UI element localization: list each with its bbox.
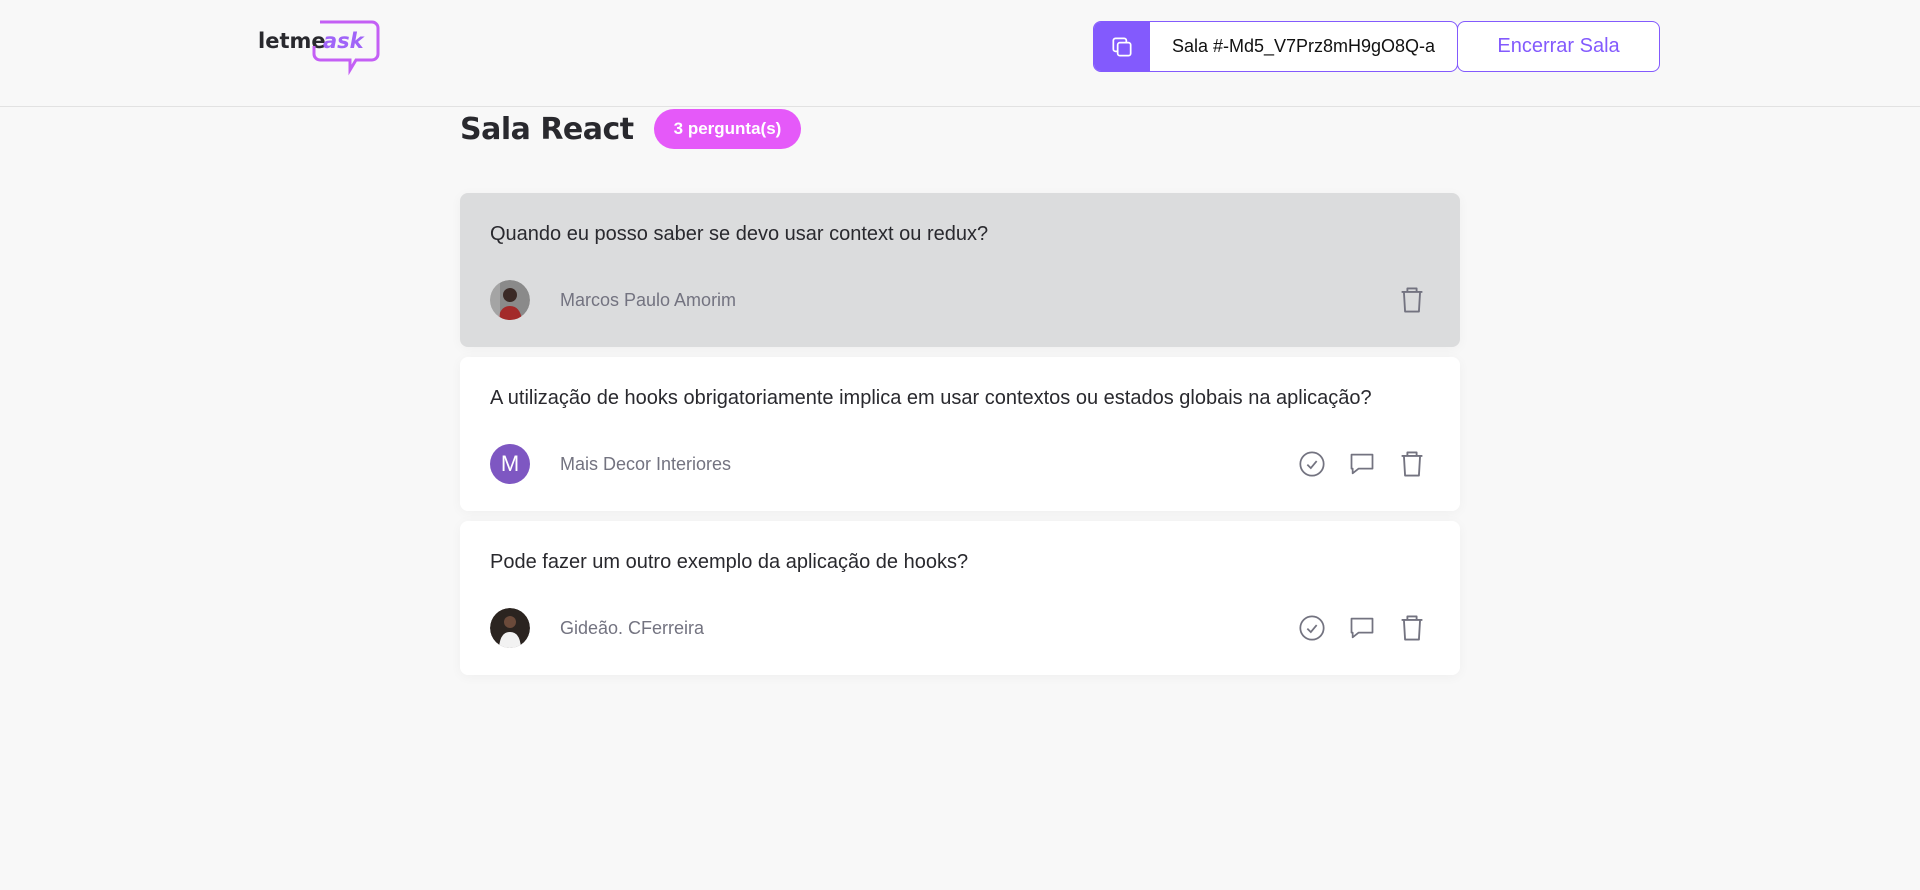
question-author: M Mais Decor Interiores — [490, 444, 731, 484]
page-title: Sala React — [460, 111, 634, 147]
room-title-row: Sala React 3 pergunta(s) — [460, 106, 802, 152]
author-name: Gideão. CFerreira — [560, 617, 705, 638]
avatar — [490, 608, 530, 648]
avatar — [490, 280, 530, 320]
room-code-copy-button[interactable]: Sala #-Md5_V7Prz8mH9gO8Q-a — [1093, 21, 1458, 72]
chat-icon[interactable] — [1344, 446, 1380, 482]
trash-icon[interactable] — [1394, 446, 1430, 482]
trash-icon[interactable] — [1394, 282, 1430, 318]
question-content: Quando eu posso saber se devo usar conte… — [490, 223, 989, 245]
svg-text:ask: ask — [323, 29, 366, 53]
question-author: Marcos Paulo Amorim — [490, 280, 736, 320]
question-card: Quando eu posso saber se devo usar conte… — [460, 193, 1460, 347]
question-card: Pode fazer um outro exemplo da aplicação… — [460, 521, 1460, 675]
question-card: A utilização de hooks obrigatoriamente i… — [460, 357, 1460, 511]
author-name: Marcos Paulo Amorim — [560, 289, 737, 310]
page-header: letme ask Sala #-Md5_V7Prz8mH9gO8Q-a Enc… — [0, 0, 1920, 107]
avatar: M — [490, 444, 530, 484]
trash-icon[interactable] — [1394, 610, 1430, 646]
close-room-button[interactable]: Encerrar Sala — [1457, 21, 1660, 72]
question-count-badge: 3 pergunta(s) — [653, 109, 802, 149]
check-circle-icon[interactable] — [1294, 446, 1330, 482]
question-content: A utilização de hooks obrigatoriamente i… — [490, 387, 1372, 409]
chat-icon[interactable] — [1344, 610, 1380, 646]
question-author: Gideão. CFerreira — [490, 608, 704, 648]
author-name: Mais Decor Interiores — [560, 453, 732, 474]
copy-icon — [1094, 22, 1150, 71]
letmeask-logo[interactable]: letme ask — [258, 18, 380, 76]
check-circle-icon[interactable] — [1294, 610, 1330, 646]
question-content: Pode fazer um outro exemplo da aplicação… — [490, 551, 969, 573]
room-code-text: Sala #-Md5_V7Prz8mH9gO8Q-a — [1171, 36, 1436, 56]
